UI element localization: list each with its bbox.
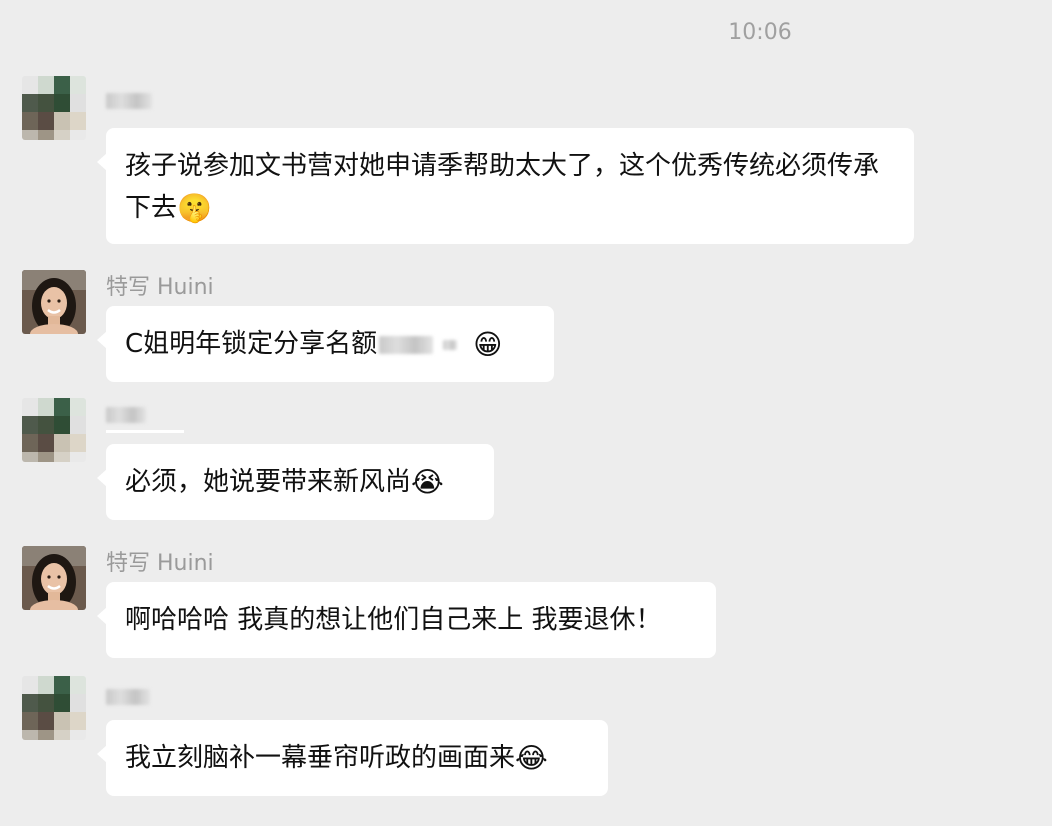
avatar-huini[interactable] [22, 270, 86, 334]
avatar-mosaic [22, 398, 86, 462]
message-text: 我立刻脑补一幕垂帘听政的画面来 [125, 743, 516, 773]
tears-of-joy-emoji-icon: 😂 [515, 741, 548, 775]
sender-name: 特写 Huini [106, 275, 214, 300]
sender-name-redacted [106, 402, 146, 427]
shushing-face-emoji-icon: 🤫 [177, 191, 212, 225]
avatar-pixelated[interactable] [22, 398, 86, 462]
redacted-text-blur [443, 340, 458, 350]
avatar-mosaic [22, 676, 86, 740]
message-bubble[interactable]: 必须，她说要带来新风尚😭 [97, 444, 494, 520]
message-text: 必须，她说要带来新风尚 [125, 467, 412, 497]
sender-name-redacted [106, 684, 150, 709]
message-bubble[interactable]: 我立刻脑补一幕垂帘听政的画面来😂 [97, 720, 608, 796]
avatar-pixelated[interactable] [22, 676, 86, 740]
message-bubble[interactable]: 孩子说参加文书营对她申请季帮助太大了，这个优秀传统必须传承下去🤫 [97, 128, 914, 244]
avatar-huini[interactable] [22, 546, 86, 610]
message-text: 啊哈哈哈 我真的想让他们自己来上 我要退休！ [125, 605, 662, 635]
message-timestamp: 10:06 [728, 20, 792, 45]
redacted-name-blur [106, 93, 152, 109]
avatar-portrait-icon [22, 270, 86, 334]
sender-name-redacted [106, 88, 152, 113]
sender-name: 特写 Huini [106, 551, 214, 576]
redacted-name-blur [106, 689, 150, 705]
crying-face-emoji-icon: 😭 [411, 465, 444, 499]
redacted-text-blur [379, 335, 434, 354]
message-bubble[interactable]: 啊哈哈哈 我真的想让他们自己来上 我要退休！ [97, 582, 716, 658]
grinning-face-emoji-icon: 😁 [473, 327, 503, 361]
message-text: 孩子说参加文书营对她申请季帮助太大了，这个优秀传统必须传承下去 [125, 151, 880, 223]
message-bubble[interactable]: C姐明年锁定分享名额 😁 [97, 306, 554, 382]
avatar-mosaic [22, 76, 86, 140]
redacted-name-blur [106, 407, 146, 423]
divider [106, 430, 184, 433]
message-text: C姐明年锁定分享名额 [125, 329, 378, 359]
avatar-pixelated[interactable] [22, 76, 86, 140]
avatar-portrait-icon [22, 546, 86, 610]
